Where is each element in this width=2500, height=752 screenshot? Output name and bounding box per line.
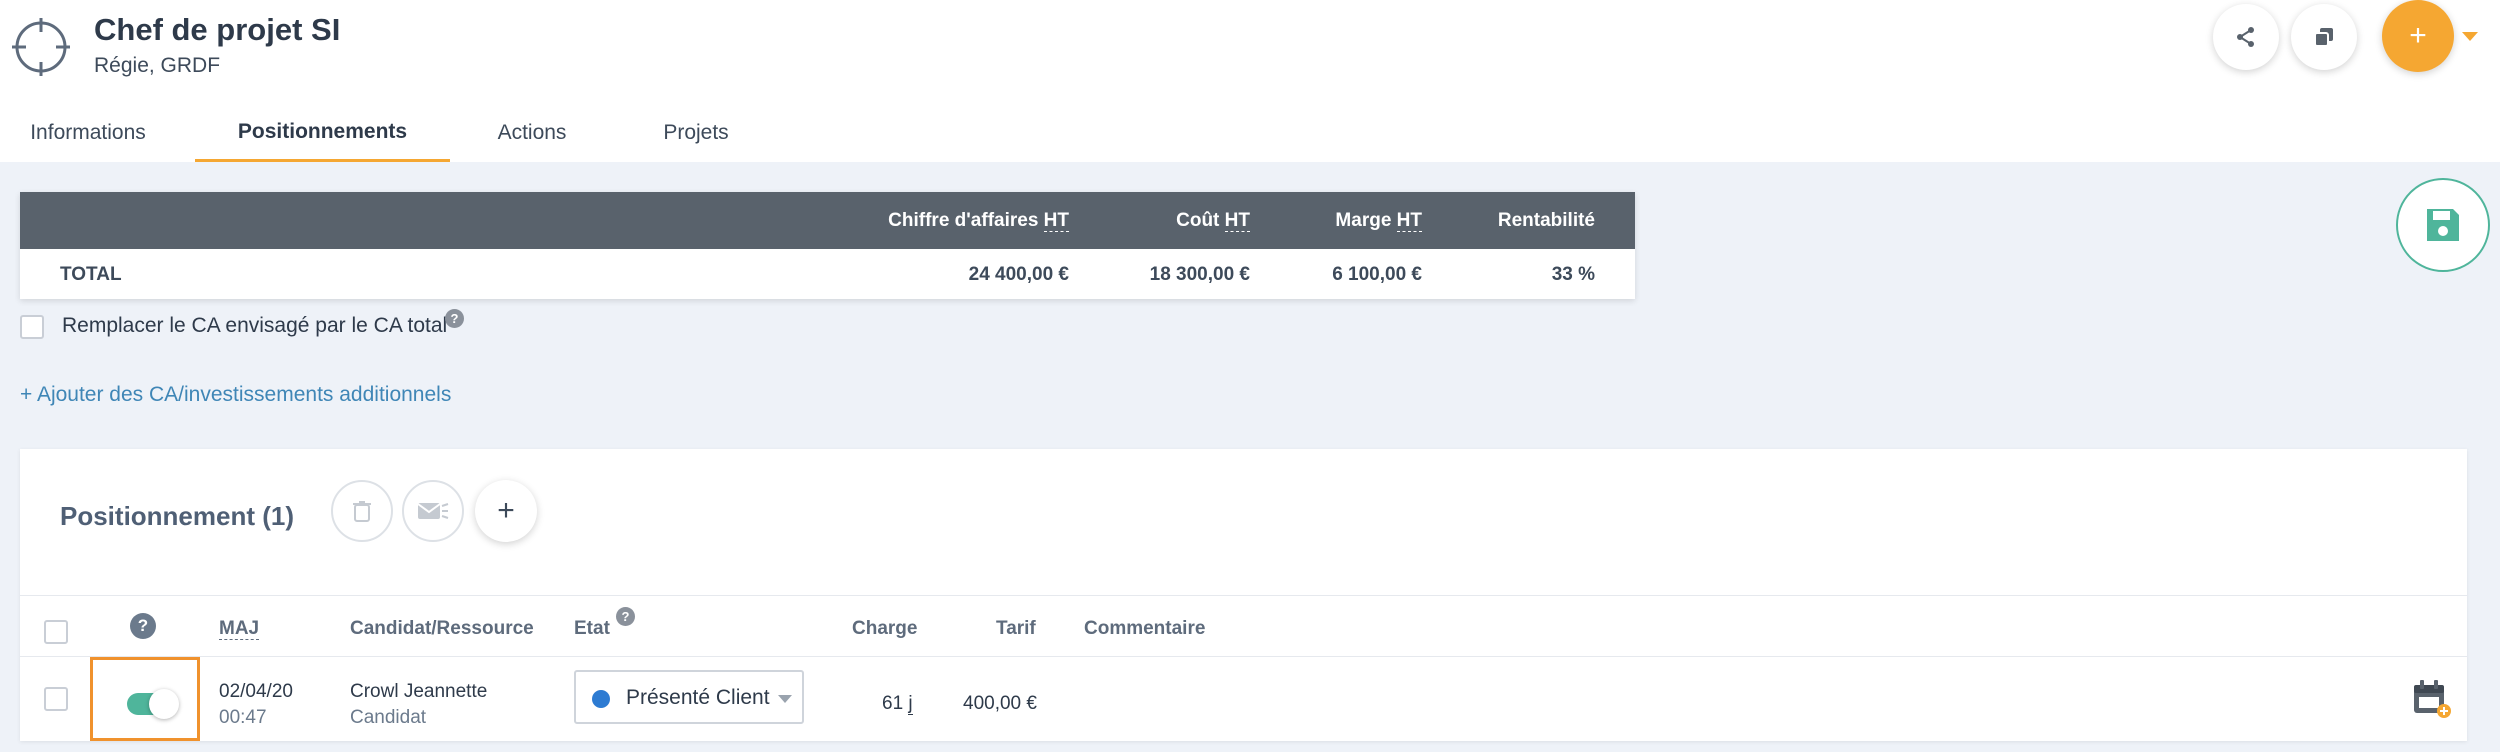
select-all-checkbox[interactable] <box>44 620 68 644</box>
col-cout: Coût HT <box>1176 210 1250 232</box>
calendar-edit-icon[interactable] <box>2410 677 2454 721</box>
col-maj: MAJ <box>219 618 260 640</box>
trash-icon <box>353 501 371 522</box>
active-toggle[interactable] <box>127 689 179 719</box>
page-title: Chef de projet SI <box>94 12 341 47</box>
total-label: TOTAL <box>60 264 122 285</box>
chevron-down-icon <box>778 695 792 703</box>
page-header: Chef de projet SI Régie, GRDF + Informat… <box>0 0 2500 162</box>
copy-icon <box>2314 28 2333 47</box>
total-marge: 6 100,00 € <box>1332 264 1422 285</box>
mail-icon <box>417 503 449 519</box>
replace-ca-checkbox[interactable] <box>20 315 44 339</box>
save-button[interactable] <box>2396 178 2490 272</box>
etat-value: Présenté Client <box>626 686 770 709</box>
totals-row: TOTAL 24 400,00 € 18 300,00 € 6 100,00 €… <box>20 249 1635 299</box>
totals-table: Chiffre d'affaires HT Coût HT Marge HT R… <box>20 192 1635 299</box>
row-time: 00:47 <box>219 707 267 728</box>
row-date: 02/04/20 <box>219 681 293 702</box>
total-cout: 18 300,00 € <box>1149 264 1250 285</box>
share-button[interactable] <box>2213 4 2279 70</box>
active-toggle-highlight <box>90 657 200 741</box>
add-button[interactable]: + <box>2382 0 2454 72</box>
col-charge: Charge <box>852 618 918 639</box>
plus-icon: + <box>2409 19 2427 52</box>
help-icon[interactable]: ? <box>616 607 635 626</box>
tab-bar: Informations Positionnements Actions Pro… <box>0 104 2500 162</box>
row-candidat-role: Candidat <box>350 707 427 728</box>
add-positionnement-button[interactable]: + <box>475 480 537 542</box>
toggle-knob <box>149 689 179 719</box>
totals-header: Chiffre d'affaires HT Coût HT Marge HT R… <box>20 192 1635 249</box>
col-tarif: Tarif <box>996 618 1036 639</box>
tab-informations[interactable]: Informations <box>0 104 176 162</box>
etat-select[interactable]: Présenté Client <box>574 670 804 724</box>
add-additional-ca-link[interactable]: + Ajouter des CA/investissements additio… <box>20 383 451 407</box>
table-row: 02/04/20 00:47 Crowl Jeannette Candidat … <box>20 657 2467 741</box>
row-checkbox[interactable] <box>44 687 68 711</box>
positionnement-panel: Positionnement (1) + ? MAJ Candidat/Ress… <box>20 449 2467 741</box>
col-rentabilite: Rentabilité <box>1497 210 1595 231</box>
help-icon[interactable]: ? <box>130 613 156 639</box>
panel-title: Positionnement (1) <box>60 501 295 531</box>
replace-ca-label: Remplacer le CA envisagé par le CA total <box>62 314 448 337</box>
share-icon <box>2237 27 2254 47</box>
table-header: ? MAJ Candidat/Ressource Etat ? Charge T… <box>20 595 2467 657</box>
save-icon <box>2427 209 2459 241</box>
row-tarif: 400,00 € <box>963 693 1037 714</box>
total-ca: 24 400,00 € <box>968 264 1069 285</box>
total-rentabilite: 33 % <box>1551 264 1595 285</box>
col-marge: Marge HT <box>1335 210 1422 232</box>
row-candidat-name[interactable]: Crowl Jeannette <box>350 681 487 703</box>
tab-positionnements[interactable]: Positionnements <box>195 104 450 162</box>
col-commentaire: Commentaire <box>1084 618 1206 639</box>
tab-actions[interactable]: Actions <box>470 104 594 162</box>
page-subtitle: Régie, GRDF <box>94 54 221 77</box>
col-chiffre-affaires: Chiffre d'affaires HT <box>888 210 1069 232</box>
col-etat: Etat <box>574 618 610 639</box>
tab-projets[interactable]: Projets <box>630 104 762 162</box>
status-dot-icon <box>592 690 610 708</box>
send-email-button[interactable] <box>402 480 464 542</box>
add-menu-caret-icon[interactable] <box>2462 32 2478 41</box>
duplicate-button[interactable] <box>2291 4 2357 70</box>
col-candidat: Candidat/Ressource <box>350 618 534 639</box>
help-icon[interactable]: ? <box>445 309 464 328</box>
target-icon <box>12 18 70 76</box>
delete-button[interactable] <box>331 480 393 542</box>
row-charge: 61 j <box>882 693 913 715</box>
